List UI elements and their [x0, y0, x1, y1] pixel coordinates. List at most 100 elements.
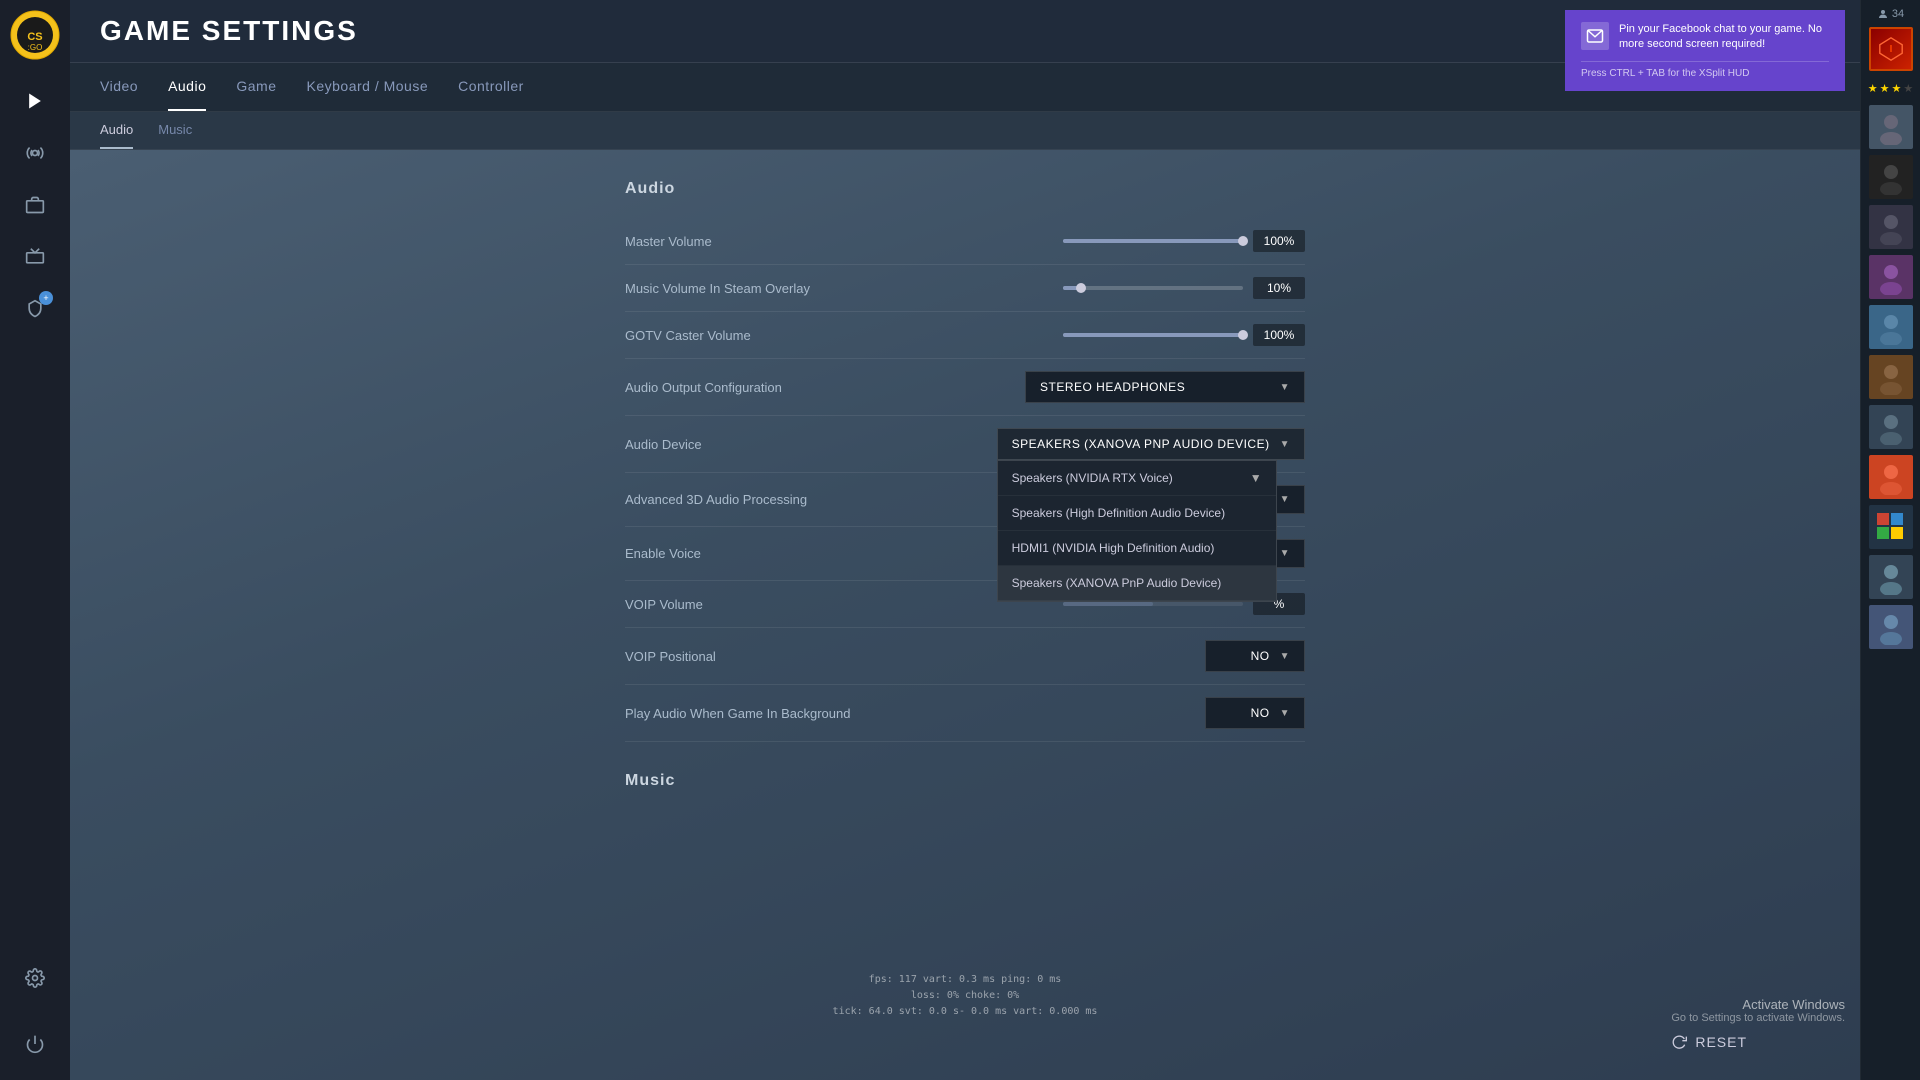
activate-title: Activate Windows [1671, 997, 1845, 1012]
notification-sub: Press CTRL + TAB for the XSplit HUD [1581, 61, 1829, 79]
bottom-right: Activate Windows Go to Settings to activ… [1671, 997, 1845, 1050]
activate-sub: Go to Settings to activate Windows. [1671, 1012, 1845, 1024]
audio-output-row: Audio Output Configuration STEREO HEADPH… [625, 359, 1305, 416]
left-sidebar: CS :GO + [0, 0, 70, 1080]
voip-volume-track[interactable] [1063, 602, 1243, 606]
dropdown-option-hdmi[interactable]: HDMI1 (NVIDIA High Definition Audio) [998, 531, 1276, 566]
audio-output-value: STEREO HEADPHONES [1040, 380, 1185, 394]
play-bg-audio-dropdown[interactable]: NO ▼ [1205, 697, 1305, 729]
music-volume-value: 10% [1253, 277, 1305, 299]
audio-device-value: SPEAKERS (XANOVA PNP AUDIO DEVICE) [1012, 437, 1270, 451]
sidebar-broadcast-icon[interactable] [15, 133, 55, 173]
gotv-volume-track[interactable] [1063, 333, 1243, 337]
master-volume-label: Master Volume [625, 234, 1063, 249]
audio-device-menu: Speakers (NVIDIA RTX Voice) ▼ Speakers (… [997, 460, 1277, 602]
tab-keyboard-mouse[interactable]: Keyboard / Mouse [307, 63, 429, 111]
voip-positional-label: VOIP Positional [625, 649, 1205, 664]
svg-text:I: I [1889, 44, 1892, 55]
avatar-9[interactable] [1869, 505, 1913, 549]
sidebar-tv-icon[interactable] [15, 237, 55, 277]
footer-stats: fps: 117 vart: 0.3 ms ping: 0 ms loss: 0… [833, 972, 1098, 1020]
play-bg-audio-row: Play Audio When Game In Background NO ▼ [625, 685, 1305, 742]
voip-positional-row: VOIP Positional NO ▼ [625, 628, 1305, 685]
content-area: Audio Master Volume 100% Music Volume In… [70, 150, 1860, 1080]
dropdown-option-high-def-label: Speakers (High Definition Audio Device) [1012, 506, 1225, 520]
voip-positional-dropdown[interactable]: NO ▼ [1205, 640, 1305, 672]
master-volume-thumb[interactable] [1238, 236, 1248, 246]
audio-section-title: Audio [625, 180, 1305, 198]
sidebar-shield-icon[interactable]: + [15, 289, 55, 329]
activate-windows: Activate Windows Go to Settings to activ… [1671, 997, 1845, 1024]
play-bg-audio-arrow: ▼ [1280, 708, 1290, 719]
enable-voice-arrow: ▼ [1280, 548, 1290, 559]
music-volume-track[interactable] [1063, 286, 1243, 290]
star-4: ★ [1903, 82, 1913, 95]
audio-output-dropdown[interactable]: STEREO HEADPHONES ▼ [1025, 371, 1305, 403]
tab-video[interactable]: Video [100, 63, 138, 111]
music-section-title: Music [625, 772, 1305, 790]
master-volume-control: 100% [1063, 230, 1305, 252]
audio-output-arrow: ▼ [1280, 382, 1290, 393]
master-volume-value: 100% [1253, 230, 1305, 252]
music-volume-thumb[interactable] [1076, 283, 1086, 293]
voip-positional-arrow: ▼ [1280, 651, 1290, 662]
tab-controller[interactable]: Controller [458, 63, 524, 111]
subtab-music[interactable]: Music [158, 112, 192, 149]
audio-device-row: Audio Device SPEAKERS (XANOVA PNP AUDIO … [625, 416, 1305, 473]
settings-panel: Audio Master Volume 100% Music Volume In… [605, 180, 1325, 790]
shield-badge: + [39, 291, 53, 305]
avatar-5[interactable] [1869, 305, 1913, 349]
audio-output-label: Audio Output Configuration [625, 380, 1025, 395]
tab-game[interactable]: Game [236, 63, 276, 111]
sidebar-power-icon[interactable] [15, 1024, 55, 1064]
reset-label: RESET [1695, 1034, 1747, 1050]
gotv-volume-thumb[interactable] [1238, 330, 1248, 340]
reset-button[interactable]: RESET [1671, 1034, 1747, 1050]
friend-count: 34 [1877, 8, 1904, 20]
advanced-3d-arrow: ▼ [1280, 494, 1290, 505]
svg-text:CS: CS [27, 31, 42, 43]
dropdown-option-xanova[interactable]: Speakers (XANOVA PnP Audio Device) [998, 566, 1276, 601]
sidebar-settings-icon[interactable] [15, 958, 55, 998]
sidebar-inventory-icon[interactable] [15, 185, 55, 225]
notification-icon [1581, 22, 1609, 50]
svg-text::GO: :GO [28, 43, 43, 52]
master-volume-row: Master Volume 100% [625, 218, 1305, 265]
friend-count-value: 34 [1892, 8, 1904, 20]
master-volume-track[interactable] [1063, 239, 1243, 243]
sidebar-play-button[interactable] [15, 81, 55, 121]
star-2: ★ [1880, 82, 1890, 95]
csgo-logo[interactable]: CS :GO [10, 10, 60, 60]
dropdown-option-high-def[interactable]: Speakers (High Definition Audio Device) [998, 496, 1276, 531]
dropdown-option-nvidia-rtx-arrow: ▼ [1250, 471, 1262, 485]
music-volume-label: Music Volume In Steam Overlay [625, 281, 1063, 296]
notification-popup: Pin your Facebook chat to your game. No … [1565, 10, 1845, 91]
star-1: ★ [1868, 82, 1878, 95]
avatar-2[interactable] [1869, 155, 1913, 199]
voip-volume-fill [1063, 602, 1153, 606]
page-title: GAME SETTINGS [100, 15, 358, 47]
avatar-8[interactable] [1869, 455, 1913, 499]
dropdown-option-nvidia-rtx[interactable]: Speakers (NVIDIA RTX Voice) ▼ [998, 461, 1276, 496]
audio-device-dropdown[interactable]: SPEAKERS (XANOVA PNP AUDIO DEVICE) ▼ [997, 428, 1305, 460]
rank-avatar[interactable]: I [1869, 27, 1913, 71]
tab-audio[interactable]: Audio [168, 63, 206, 111]
dropdown-option-nvidia-rtx-label: Speakers (NVIDIA RTX Voice) [1012, 471, 1173, 485]
notification-text: Pin your Facebook chat to your game. No … [1619, 22, 1829, 53]
star-3: ★ [1892, 82, 1902, 95]
avatar-11[interactable] [1869, 605, 1913, 649]
gotv-volume-fill [1063, 333, 1243, 337]
avatar-7[interactable] [1869, 405, 1913, 449]
play-bg-audio-label: Play Audio When Game In Background [625, 706, 1205, 721]
avatar-stars: ★ ★ ★ ★ [1869, 76, 1913, 100]
avatar-10[interactable] [1869, 555, 1913, 599]
stats-line3: tick: 64.0 svt: 0.0 s- 0.0 ms vart: 0.00… [833, 1004, 1098, 1020]
subtab-audio[interactable]: Audio [100, 112, 133, 149]
avatar-3[interactable] [1869, 205, 1913, 249]
music-volume-control: 10% [1063, 277, 1305, 299]
avatar-1[interactable] [1869, 105, 1913, 149]
avatar-6[interactable] [1869, 355, 1913, 399]
avatar-4[interactable] [1869, 255, 1913, 299]
audio-device-arrow: ▼ [1280, 439, 1290, 450]
voip-positional-value: NO [1251, 649, 1270, 663]
